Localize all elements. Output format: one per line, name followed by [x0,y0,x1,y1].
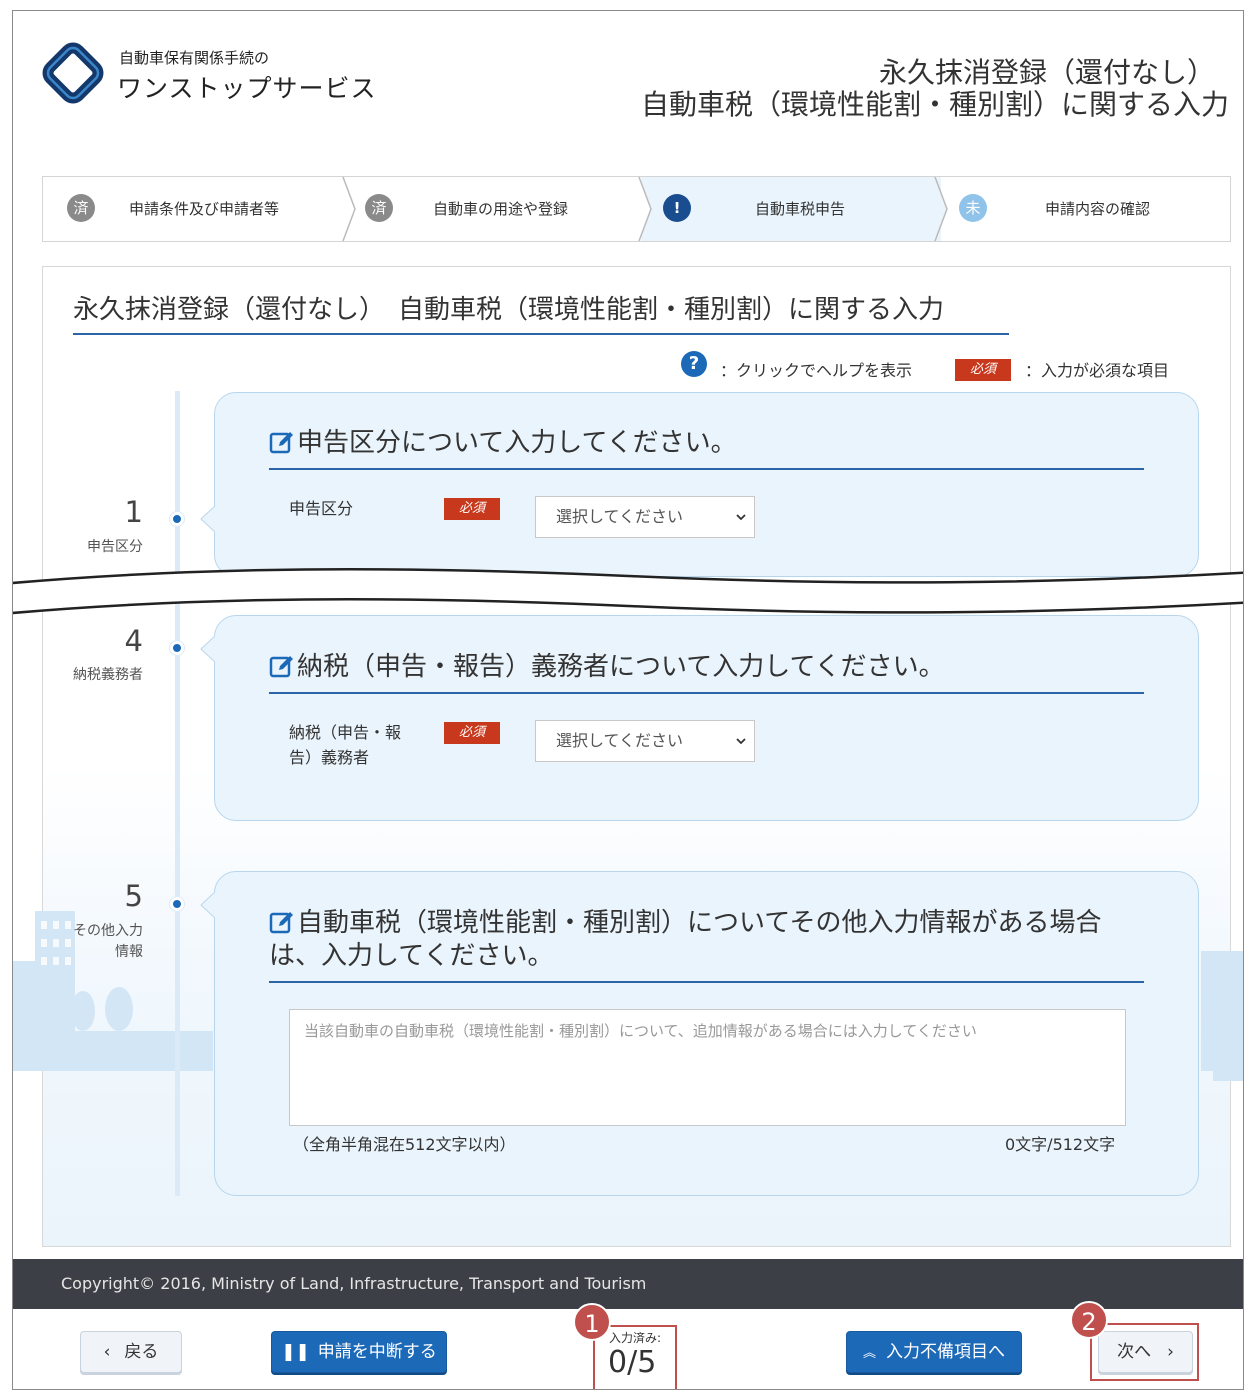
next-button[interactable]: 次へ › [1098,1331,1193,1373]
timeline-dot [170,512,184,526]
field-label: 申告区分 [289,499,354,518]
suspend-button-label: 申請を中断する [317,1342,437,1362]
step-1: 済 申請条件及び申請者等 [43,177,343,241]
go-to-missing-items-button[interactable]: ︽ 入力不備項目へ [846,1331,1022,1373]
section-nav-label[interactable]: その他入力情報 [63,921,143,963]
required-badge: 必須 [444,498,500,520]
section-number: 1 [124,495,143,529]
timeline-dot [170,897,184,911]
section-card-4 [214,615,1199,821]
back-button-label: 戻る [124,1342,159,1362]
suspend-application-button[interactable]: ❚❚ 申請を中断する [271,1331,447,1373]
section-card-1 [214,392,1199,577]
progress-steps: 済 申請条件及び申請者等 済 自動車の用途や登録 ! 自動車税申告 未 申請内容… [42,176,1231,242]
chevron-down-icon [736,738,746,745]
missing-button-label: 入力不備項目へ [886,1342,1005,1362]
required-badge: 必須 [955,359,1011,381]
textarea-placeholder: 当該自動車の自動車税（環境性能割・種別割）について、追加情報がある場合には入力し… [304,1022,977,1040]
step-3-current: ! 自動車税申告 [641,177,941,241]
title-underline [73,333,1009,335]
card-title-underline [269,468,1144,470]
declaration-type-select[interactable]: 選択してください [535,496,755,538]
textarea-char-count: 0文字/512文字 [1005,1135,1116,1154]
next-button-label: 次へ [1117,1342,1152,1362]
callout-marker-2: 2 [1070,1301,1108,1339]
timeline-dot [170,641,184,655]
pause-icon: ❚❚ [281,1342,310,1362]
page-frame: 自動車保有関係手続の ワンストップサービス 永久抹消登録（還付なし） 自動車税（… [12,10,1244,1390]
edit-icon [269,912,293,934]
card-title: 申告区分について入力してください。 [269,427,737,460]
step-label: 申請条件及び申請者等 [129,200,280,218]
field-label: 納税（申告・報告）義務者 [289,723,402,767]
taxpayer-select[interactable]: 選択してください [535,720,755,762]
edit-icon [269,656,293,678]
step-4: 未 申請内容の確認 [953,177,1230,241]
content-break [13,568,1243,615]
logo-icon [42,42,104,104]
card-title-text: 自動車税（環境性能割・種別割）についてその他入力情報がある場合は、入力してくださ… [269,908,1102,971]
step-label: 自動車の用途や登録 [433,200,569,218]
step-label: 自動車税申告 [755,200,846,218]
required-badge: 必須 [444,722,500,744]
step-done-badge: 済 [67,194,95,222]
step-2: 済 自動車の用途や登録 [361,177,641,241]
select-value: 選択してください [556,507,684,526]
card-title: 自動車税（環境性能割・種別割）についてその他入力情報がある場合は、入力してくださ… [269,907,1139,973]
card-pointer [200,505,216,533]
copyright-bar: Copyright© 2016, Ministry of Land, Infra… [13,1259,1243,1309]
step-separator-icon [637,177,652,241]
step-current-badge: ! [663,194,691,222]
section-nav-label[interactable]: 納税義務者 [63,665,143,686]
page-title-line2: 自動車税（環境性能割・種別割）に関する入力 [640,88,1229,121]
card-title-text: 申告区分について入力してください。 [297,428,737,458]
legend-required-text: ：入力が必須な項目 [1025,361,1170,380]
question-circle-icon: ? [681,351,707,377]
chevron-left-icon: ‹ [103,1342,111,1362]
card-title: 納税（申告・報告）義務者について入力してください。 [269,651,945,684]
card-title-text: 納税（申告・報告）義務者について入力してください。 [297,652,945,682]
progress-label: 入力済み: [609,1331,662,1345]
double-chevron-up-icon: ︽ [862,1346,876,1361]
progress-value: 0/5 [608,1345,657,1380]
section-title: 永久抹消登録（還付なし） 自動車税（環境性能割・種別割）に関する入力 [73,295,945,325]
card-pointer [200,891,216,919]
edit-icon [269,432,293,454]
chevron-down-icon [736,514,746,521]
logo-title: ワンストップサービス [117,74,377,103]
step-separator-icon [342,177,356,241]
textarea-limit-note: （全角半角混在512文字以内） [293,1135,516,1154]
step-separator-icon [933,177,948,241]
step-label: 申請内容の確認 [1045,200,1151,218]
step-done-badge: 済 [365,194,393,222]
back-button[interactable]: ‹ 戻る [80,1331,182,1373]
section-nav-label[interactable]: 申告区分 [63,537,143,558]
section-number: 5 [124,879,143,913]
step-todo-badge: 未 [959,194,987,222]
logo-subtitle: 自動車保有関係手続の [119,49,270,67]
card-title-underline [269,692,1144,694]
callout-marker-1: 1 [573,1303,611,1341]
other-info-textarea[interactable]: 当該自動車の自動車税（環境性能割・種別割）について、追加情報がある場合には入力し… [289,1009,1126,1126]
select-value: 選択してください [556,731,684,750]
card-title-underline [269,981,1144,983]
chevron-right-icon: › [1167,1342,1174,1362]
legend-help-text: ：クリックでヘルプを表示 [720,361,913,380]
